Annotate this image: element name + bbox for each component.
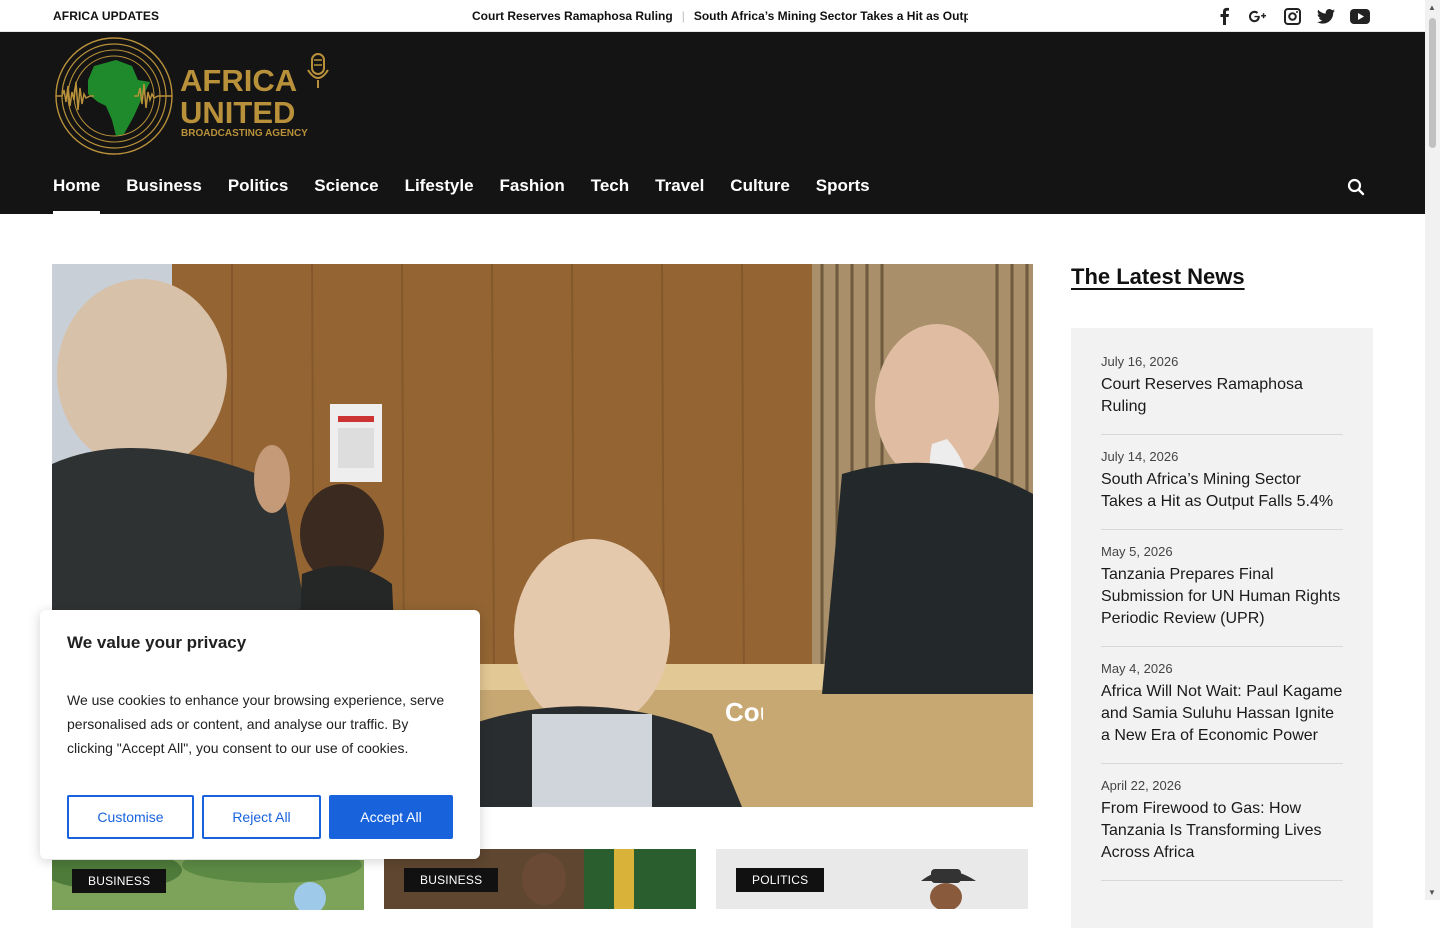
cookie-body: We use cookies to enhance your browsing …: [67, 692, 445, 756]
youtube-icon[interactable]: [1350, 6, 1370, 26]
social-links: [1214, 6, 1370, 26]
news-date: July 16, 2026: [1101, 354, 1179, 369]
main-nav: Home Business Politics Science Lifestyle…: [53, 176, 870, 214]
news-title[interactable]: From Firewood to Gas: How Tanzania Is Tr…: [1101, 798, 1343, 864]
news-date: May 4, 2026: [1101, 661, 1173, 676]
article-card[interactable]: POLITICS: [716, 849, 1028, 909]
customise-button[interactable]: Customise: [67, 795, 194, 839]
list-item[interactable]: April 22, 2026 From Firewood to Gas: How…: [1101, 778, 1343, 881]
nav-item-culture[interactable]: Culture: [730, 176, 790, 214]
logo-wordmark: AFRICA UNITED BROADCASTING AGENCY: [180, 63, 308, 139]
nav-item-lifestyle[interactable]: Lifestyle: [405, 176, 474, 214]
nav-item-travel[interactable]: Travel: [655, 176, 704, 214]
nav-item-fashion[interactable]: Fashion: [500, 176, 565, 214]
twitter-icon[interactable]: [1316, 6, 1336, 26]
category-badge[interactable]: BUSINESS: [404, 868, 499, 892]
svg-text:BROADCASTING AGENCY: BROADCASTING AGENCY: [181, 128, 308, 139]
site-logo[interactable]: AFRICA UNITED BROADCASTING AGENCY: [54, 36, 334, 156]
nav-item-politics[interactable]: Politics: [228, 176, 288, 214]
microphone-icon: [307, 53, 329, 88]
reject-all-button[interactable]: Reject All: [202, 795, 321, 839]
nav-item-business[interactable]: Business: [126, 176, 202, 214]
news-date: May 5, 2026: [1101, 544, 1173, 559]
svg-text:AFRICA: AFRICA: [180, 63, 297, 98]
google-plus-icon[interactable]: [1248, 6, 1268, 26]
news-title[interactable]: Tanzania Prepares Final Submission for U…: [1101, 564, 1343, 630]
news-title[interactable]: Court Reserves Ramaphosa Ruling: [1101, 374, 1343, 418]
news-date: July 14, 2026: [1101, 449, 1179, 464]
cookie-consent-banner: We value your privacy We use cookies to …: [40, 610, 480, 859]
nav-item-sports[interactable]: Sports: [816, 176, 870, 214]
news-title[interactable]: Africa Will Not Wait: Paul Kagame and Sa…: [1101, 681, 1343, 747]
scroll-down-icon[interactable]: ▼: [1428, 888, 1436, 897]
list-item[interactable]: May 5, 2026 Tanzania Prepares Final Subm…: [1101, 544, 1343, 647]
list-item[interactable]: May 4, 2026 Africa Will Not Wait: Paul K…: [1101, 661, 1343, 764]
logo-emblem: [55, 37, 173, 155]
accept-all-button[interactable]: Accept All: [329, 795, 453, 839]
news-date: April 22, 2026: [1101, 778, 1182, 793]
scrollbar-thumb[interactable]: [1429, 18, 1436, 148]
nav-item-home[interactable]: Home: [53, 176, 101, 214]
latest-news-list: July 16, 2026 Court Reserves Ramaphosa R…: [1071, 328, 1373, 928]
category-badge[interactable]: BUSINESS: [72, 869, 167, 893]
page-scrollbar[interactable]: ▲ ▼: [1425, 0, 1440, 900]
hero-caption[interactable]: Cou: [725, 697, 763, 728]
article-card[interactable]: BUSINESS: [52, 860, 364, 910]
ticker-separator: |: [681, 9, 685, 23]
brand-tag: AFRICA UPDATES: [53, 9, 160, 23]
nav-item-tech[interactable]: Tech: [591, 176, 629, 214]
list-item[interactable]: July 16, 2026 Court Reserves Ramaphosa R…: [1101, 354, 1343, 435]
ticker-item[interactable]: Court Reserves Ramaphosa Ruling: [472, 9, 673, 23]
nav-item-science[interactable]: Science: [314, 176, 378, 214]
instagram-icon[interactable]: [1282, 6, 1302, 26]
svg-text:UNITED: UNITED: [180, 95, 295, 130]
top-bar: AFRICA UPDATES Court Reserves Ramaphosa …: [0, 0, 1425, 32]
facebook-icon[interactable]: [1214, 6, 1234, 26]
news-ticker: Court Reserves Ramaphosa Ruling | South Af…: [472, 9, 968, 25]
site-header: AFRICA UNITED BROADCASTING AGENCY Home B…: [0, 32, 1425, 214]
cookie-title: We value your privacy: [67, 633, 247, 652]
ticker-item[interactable]: South Africa’s Mining Sector Takes a Hit…: [694, 9, 968, 23]
news-title[interactable]: South Africa’s Mining Sector Takes a Hit…: [1101, 469, 1343, 513]
category-badge[interactable]: POLITICS: [736, 868, 825, 892]
latest-news-heading[interactable]: The Latest News: [1071, 264, 1245, 290]
scroll-up-icon[interactable]: ▲: [1428, 3, 1436, 12]
list-item[interactable]: July 14, 2026 South Africa’s Mining Sect…: [1101, 449, 1343, 530]
search-icon[interactable]: [1347, 178, 1365, 196]
